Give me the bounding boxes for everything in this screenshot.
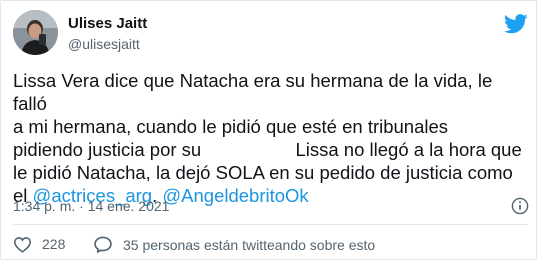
mention-angeldebrito[interactable]: @AngeldebritoOk	[162, 185, 308, 206]
speech-bubble-icon	[94, 236, 112, 253]
conversation-text: 35 personas están twitteando sobre esto	[123, 236, 376, 253]
tweet-timestamp[interactable]: 1:34 p. m. · 14 ene. 2021	[13, 197, 169, 215]
conversation-link[interactable]: 35 personas están twitteando sobre esto	[93, 235, 375, 254]
like-count: 228	[42, 236, 66, 252]
twitter-bird-icon[interactable]	[504, 14, 528, 34]
avatar-image	[13, 10, 58, 55]
heart-icon	[13, 236, 32, 253]
info-icon[interactable]	[511, 197, 529, 215]
like-button[interactable]: 228	[13, 235, 65, 253]
author-display-name[interactable]: Ulises Jaitt	[68, 15, 147, 33]
avatar[interactable]	[13, 10, 58, 55]
tweet-card: Ulises Jaitt @ulisesjaitt Lissa Vera dic…	[0, 0, 537, 260]
divider	[13, 224, 528, 225]
tweet-text: Lissa Vera dice que Natacha era su herma…	[13, 69, 528, 207]
author-handle[interactable]: @ulisesjaitt	[68, 35, 140, 53]
